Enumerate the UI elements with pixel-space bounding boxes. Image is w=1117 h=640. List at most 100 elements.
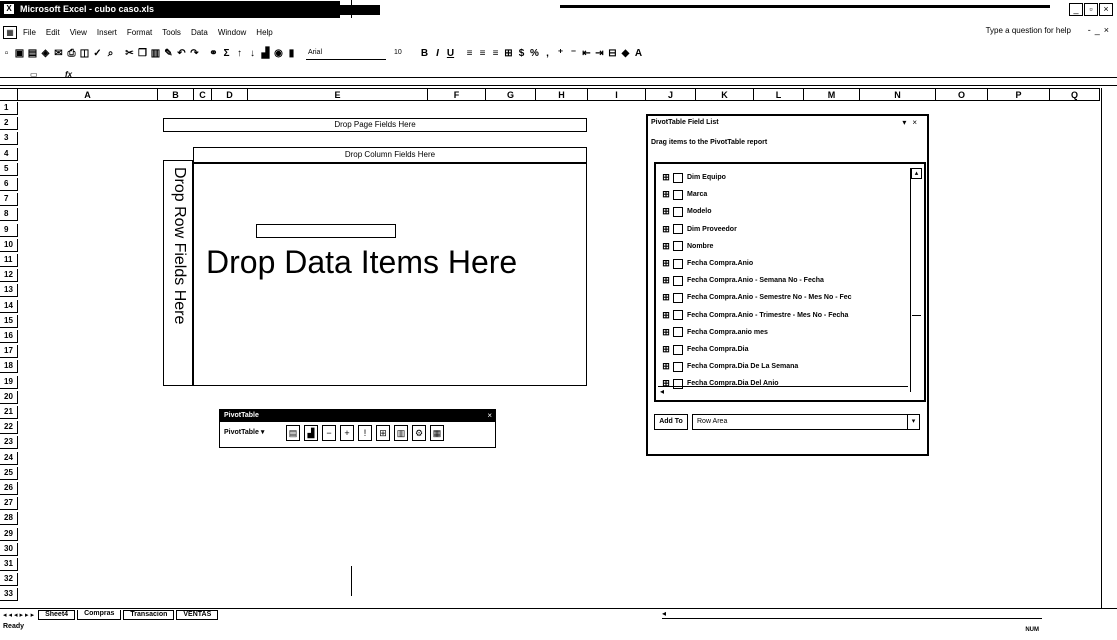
pivot-column-fields-area[interactable]: Drop Column Fields Here bbox=[193, 147, 587, 163]
function-icon[interactable]: fx bbox=[65, 70, 72, 79]
paste-icon[interactable]: ▥ bbox=[149, 48, 162, 59]
field-list-item[interactable]: ⊞ Fecha Compra.Anio - Trimestre - Mes No … bbox=[662, 308, 848, 323]
italic-icon[interactable]: I bbox=[431, 48, 444, 59]
column-header[interactable]: E bbox=[248, 89, 428, 101]
field-list-item[interactable]: ⊞ Nombre bbox=[662, 239, 713, 254]
field-list-vscroll[interactable]: ▴ bbox=[910, 168, 922, 392]
select-all-corner[interactable] bbox=[0, 89, 18, 101]
menu-edit[interactable]: Edit bbox=[46, 28, 60, 37]
field-settings-icon[interactable]: ⚙ bbox=[412, 425, 426, 441]
column-header[interactable]: O bbox=[936, 89, 988, 101]
redo-icon[interactable]: ↷ bbox=[188, 48, 201, 59]
save-icon[interactable]: ▤ bbox=[26, 48, 39, 59]
expand-icon[interactable]: ⊞ bbox=[662, 344, 670, 355]
row-header[interactable]: 23 bbox=[0, 436, 18, 450]
row-header[interactable]: 14 bbox=[0, 299, 18, 313]
row-header[interactable]: 20 bbox=[0, 390, 18, 404]
sort-ascending-icon[interactable]: ↑ bbox=[233, 48, 246, 59]
row-header[interactable]: 2 bbox=[0, 117, 18, 131]
row-header[interactable]: 30 bbox=[0, 542, 18, 556]
field-list-icon[interactable]: ▦ bbox=[430, 425, 444, 441]
spelling-icon[interactable]: ✓ bbox=[91, 48, 104, 59]
expand-icon[interactable]: ⊞ bbox=[662, 241, 670, 252]
currency-icon[interactable]: $ bbox=[515, 48, 528, 59]
sheet-tab-active[interactable]: Compras bbox=[77, 609, 122, 620]
pivot-page-fields-area[interactable]: Drop Page Fields Here bbox=[163, 118, 587, 132]
column-header[interactable]: M bbox=[804, 89, 860, 101]
format-report-icon[interactable]: ▤ bbox=[286, 425, 300, 441]
font-size-select[interactable]: 10 bbox=[394, 46, 418, 60]
sort-descending-icon[interactable]: ↓ bbox=[246, 48, 259, 59]
menu-file[interactable]: File bbox=[23, 28, 36, 37]
expand-icon[interactable]: ⊞ bbox=[662, 172, 670, 183]
row-header[interactable]: 28 bbox=[0, 512, 18, 526]
menu-help[interactable]: Help bbox=[256, 28, 272, 37]
column-header[interactable]: Q bbox=[1050, 89, 1100, 101]
align-right-icon[interactable]: ≡ bbox=[489, 48, 502, 59]
menu-format[interactable]: Format bbox=[127, 28, 152, 37]
fill-color-icon[interactable]: ◆ bbox=[619, 48, 632, 59]
bold-icon[interactable]: B bbox=[418, 48, 431, 59]
row-header[interactable]: 9 bbox=[0, 223, 18, 237]
menu-view[interactable]: View bbox=[70, 28, 87, 37]
pivottable-menu-button[interactable]: PivotTable ▾ bbox=[224, 428, 264, 436]
minimize-icon[interactable]: _ bbox=[1069, 3, 1083, 16]
area-select[interactable]: Row Area ▾ bbox=[692, 414, 920, 430]
column-header[interactable]: K bbox=[696, 89, 754, 101]
expand-icon[interactable]: ⊞ bbox=[662, 258, 670, 269]
chevron-down-icon[interactable]: ▾ bbox=[907, 415, 919, 429]
decrease-indent-icon[interactable]: ⇤ bbox=[580, 48, 593, 59]
row-header[interactable]: 31 bbox=[0, 558, 18, 571]
row-header[interactable]: 22 bbox=[0, 421, 18, 435]
zoom-icon[interactable]: ▮ bbox=[285, 48, 298, 59]
column-header[interactable]: G bbox=[486, 89, 536, 101]
row-header[interactable]: 6 bbox=[0, 178, 18, 191]
increase-indent-icon[interactable]: ⇥ bbox=[593, 48, 606, 59]
percent-icon[interactable]: % bbox=[528, 48, 541, 59]
scroll-up-icon[interactable]: ▴ bbox=[911, 168, 922, 179]
underline-icon[interactable]: U bbox=[444, 48, 457, 59]
field-list-item[interactable]: ⊞ Dim Equipo bbox=[662, 170, 726, 185]
row-header[interactable]: 8 bbox=[0, 208, 18, 222]
format-painter-icon[interactable]: ✎ bbox=[162, 48, 175, 59]
pivottable-toolbar-title[interactable]: PivotTable bbox=[220, 410, 495, 422]
expand-icon[interactable]: ⊞ bbox=[662, 292, 670, 303]
show-detail-icon[interactable]: + bbox=[340, 425, 354, 441]
row-header[interactable]: 4 bbox=[0, 147, 18, 161]
field-list-controls[interactable]: ▾× bbox=[902, 118, 923, 127]
align-center-icon[interactable]: ≡ bbox=[476, 48, 489, 59]
expand-icon[interactable]: ⊞ bbox=[662, 275, 670, 286]
cell-edit-box[interactable] bbox=[256, 224, 396, 238]
chart-wizard-icon[interactable]: ▟ bbox=[304, 425, 318, 441]
row-header[interactable]: 29 bbox=[0, 527, 18, 541]
field-list-item[interactable]: ⊞ Modelo bbox=[662, 204, 712, 219]
row-header[interactable]: 21 bbox=[0, 406, 18, 419]
row-header[interactable]: 32 bbox=[0, 573, 18, 587]
expand-icon[interactable]: ⊞ bbox=[662, 327, 670, 338]
scroll-thumb[interactable] bbox=[912, 186, 921, 316]
expand-icon[interactable]: ⊞ bbox=[662, 206, 670, 217]
menu-insert[interactable]: Insert bbox=[97, 28, 117, 37]
expand-icon[interactable]: ⊞ bbox=[662, 361, 670, 372]
column-header[interactable]: D bbox=[212, 89, 248, 101]
column-header[interactable]: P bbox=[988, 89, 1050, 101]
email-icon[interactable]: ✉ bbox=[52, 48, 65, 59]
field-list-item[interactable]: ⊞ Fecha Compra.Dia bbox=[662, 342, 748, 357]
field-list-item[interactable]: ⊞ Dim Proveedor bbox=[662, 222, 737, 237]
chart-wizard-icon[interactable]: ▟ bbox=[259, 48, 272, 59]
row-header[interactable]: 13 bbox=[0, 284, 18, 298]
sheet-tab[interactable]: Sheet4 bbox=[38, 609, 76, 620]
menu-data[interactable]: Data bbox=[191, 28, 208, 37]
sheet-nav-arrows[interactable]: ◂◂◂▸▸▸ bbox=[3, 611, 36, 619]
row-header[interactable]: 26 bbox=[0, 482, 18, 495]
font-name-select[interactable]: Arial bbox=[306, 46, 386, 60]
sheet-tab[interactable]: Transacion bbox=[123, 609, 175, 620]
document-window-controls[interactable]: -_× bbox=[1088, 25, 1113, 35]
field-list-item[interactable]: ⊞ Fecha Compra.Anio - Semana No - Fecha bbox=[662, 273, 824, 288]
decrease-decimal-icon[interactable]: ⁻ bbox=[567, 48, 580, 59]
row-header[interactable]: 18 bbox=[0, 360, 18, 374]
sheet-vertical-scrollbar[interactable] bbox=[1101, 88, 1115, 608]
column-header[interactable]: J bbox=[646, 89, 696, 101]
hide-detail-icon[interactable]: − bbox=[322, 425, 336, 441]
include-hidden-icon[interactable]: ⊞ bbox=[376, 425, 390, 441]
